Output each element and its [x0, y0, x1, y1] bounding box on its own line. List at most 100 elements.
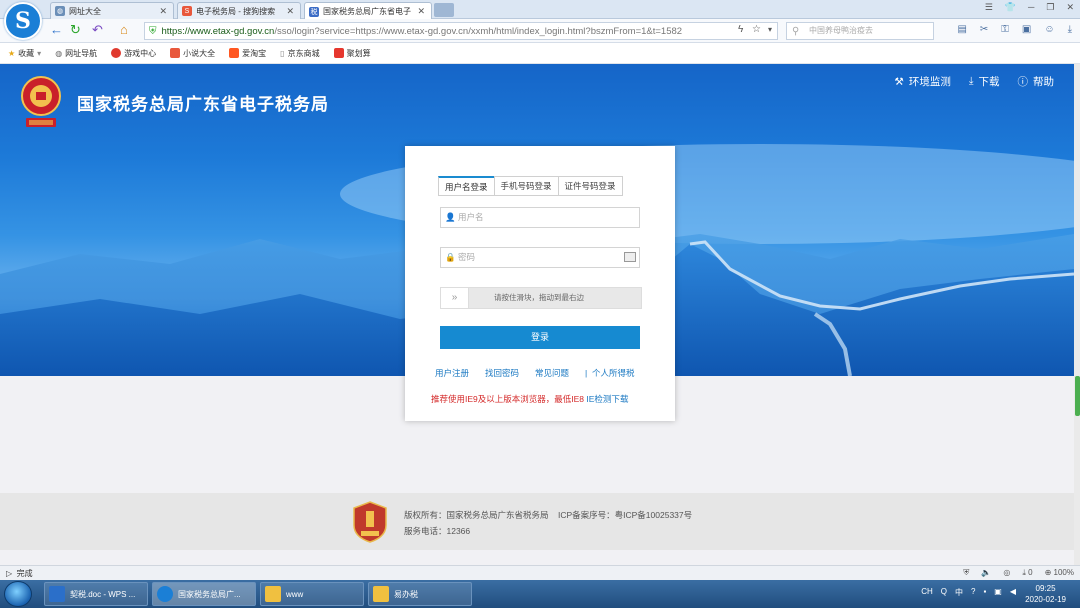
tab-url-directory[interactable]: ◍ 网址大全 ✕ [50, 2, 174, 19]
download-link[interactable]: ⤓ 下载 [969, 74, 1000, 89]
download-icon[interactable]: ⤓ [1068, 24, 1072, 35]
download-counter[interactable]: ⤓ 0 [1022, 568, 1032, 578]
username-field[interactable]: 👤 用户名 [440, 207, 640, 228]
system-clock[interactable]: 09:25 2020-02-19 [1025, 583, 1066, 605]
volume-icon[interactable]: ◀ [1010, 587, 1016, 598]
tab-sogou-search[interactable]: S 电子税务局 - 搜狗搜索 ✕ [177, 2, 301, 19]
scroll-thumb[interactable] [1075, 376, 1080, 416]
close-tab-icon[interactable]: ✕ [286, 6, 294, 17]
page-icon: ▯ [280, 48, 285, 58]
bookmarks-bar: ★ 收藏 ▾ ◍ 网址导航 游戏中心 小说大全 爱淘宝 ▯ 京东商城 聚划算 [0, 43, 1080, 64]
taskbar-browser[interactable]: 国家税务总局广... [152, 582, 256, 606]
bookmark-juhuasuan[interactable]: 聚划算 [333, 48, 371, 59]
government-badge-icon [353, 501, 387, 543]
dropdown-icon[interactable]: ▾ [768, 23, 772, 37]
camera-icon[interactable]: ◎ [1003, 568, 1010, 578]
tab-username-login[interactable]: 用户名登录 [438, 176, 495, 196]
tab-phone-login[interactable]: 手机号码登录 [493, 176, 559, 196]
bookmark-favorites[interactable]: ★ 收藏 ▾ [8, 48, 41, 59]
minimize-icon[interactable]: ─ [1028, 2, 1034, 13]
undo-icon[interactable]: ↶ [92, 23, 103, 37]
windows-taskbar: 契税.doc - WPS ... 国家税务总局广... www 易办税 CH Q… [0, 580, 1080, 608]
ie-check-download-link[interactable]: IE检测下载 [586, 394, 628, 404]
shield-secure-icon: ⛨ [149, 25, 157, 37]
bookmark-taobao[interactable]: 爱淘宝 [229, 48, 266, 59]
language-indicator[interactable]: CH [921, 587, 933, 598]
book-icon [170, 48, 181, 58]
toolbar-icons: ▤ ✂ ⚿ ▣ ☺ ⤓ [957, 24, 1072, 35]
sogou-browser-logo-icon[interactable]: S [4, 2, 42, 40]
smiley-icon[interactable]: ☺ [1044, 24, 1054, 35]
ime-indicator[interactable]: 中 [955, 587, 963, 598]
game-icon [111, 48, 122, 58]
browser-status-bar: ▷ 完成 ⛨ 🔈 ◎ ⤓ 0 ⊕ 100% [0, 565, 1080, 580]
key-icon[interactable]: ⚿ [1001, 24, 1009, 35]
speaker-icon[interactable]: 🔈 [981, 568, 991, 578]
top-navigation: ⚒ 环境监测 ⤓ 下载 ⓘ 帮助 [894, 74, 1054, 89]
close-tab-icon[interactable]: ✕ [417, 6, 425, 17]
search-input[interactable]: ⚲ 中国养母鸭治疫去 [786, 22, 934, 40]
user-icon: 👤 [445, 212, 456, 222]
forgot-password-link[interactable]: 找回密码 [485, 367, 519, 379]
tray-app-icon[interactable]: ▪ [983, 587, 986, 598]
search-icon: ⚲ [792, 26, 800, 37]
bookmark-url-nav[interactable]: ◍ 网址导航 [55, 48, 97, 59]
menu-icon[interactable]: ☰ [985, 2, 993, 13]
sidebar-icon[interactable]: ▤ [957, 24, 966, 35]
system-tray: CH Q 中 ? ▪ ▣ ◀ [921, 587, 1016, 598]
restore-icon[interactable]: ❐ [1046, 2, 1054, 13]
close-window-icon[interactable]: ✕ [1066, 2, 1074, 13]
star-bookmark-icon[interactable]: ☆ [752, 23, 761, 37]
qq-icon[interactable]: Q [941, 587, 947, 598]
refresh-icon[interactable]: ↻ [70, 23, 81, 37]
globe-icon: ◍ [55, 6, 65, 16]
close-tab-icon[interactable]: ✕ [159, 6, 167, 17]
taobao-icon [229, 48, 240, 58]
env-check-link[interactable]: ⚒ 环境监测 [894, 74, 950, 89]
globe-icon: ◍ [55, 48, 63, 58]
taskbar-folder-www[interactable]: www [260, 582, 364, 606]
chevron-down-icon: ▾ [37, 48, 42, 58]
lightning-icon[interactable]: ϟ [738, 23, 743, 37]
star-icon: ★ [8, 48, 16, 58]
folder-icon [265, 586, 281, 602]
page-footer: 版权所有：国家税务总局广东省税务局 ICP备案序号：粤ICP备10025337号… [0, 493, 1074, 550]
zoom-level[interactable]: ⊕ 100% [1045, 568, 1074, 578]
url-input[interactable]: ⛨ https://www.etax-gd.gov.cn/sso/login?s… [144, 22, 778, 40]
tab-id-login[interactable]: 证件号码登录 [557, 176, 623, 196]
bookmark-jd[interactable]: ▯ 京东商城 [280, 48, 319, 59]
bookmark-game-center[interactable]: 游戏中心 [111, 48, 156, 59]
login-button[interactable]: 登录 [440, 326, 640, 349]
download-icon: ⤓ [968, 75, 974, 87]
home-icon[interactable]: ⌂ [120, 23, 128, 37]
lock-icon: 🔒 [445, 252, 456, 262]
tab-etax-login[interactable]: 税 国家税务总局广东省电子 ✕ [304, 2, 432, 20]
status-text: ▷ 完成 [6, 569, 33, 578]
faq-link[interactable]: 常见问题 [535, 367, 569, 379]
skin-icon[interactable]: 👕 [1005, 2, 1016, 13]
network-icon[interactable]: ▣ [994, 587, 1002, 598]
page-scrollbar[interactable] [1074, 64, 1080, 565]
register-link[interactable]: 用户注册 [435, 367, 469, 379]
shield-icon[interactable]: ⛨ [963, 568, 969, 578]
tools-icon: ⚒ [894, 75, 904, 88]
new-tab-button[interactable] [434, 3, 454, 17]
help-link[interactable]: ⓘ 帮助 [1018, 74, 1055, 89]
status-icons: ⛨ 🔈 ◎ ⤓ 0 ⊕ 100% [963, 568, 1074, 578]
tax-bureau-icon: 税 [309, 6, 319, 17]
help-icon[interactable]: ? [971, 587, 975, 598]
sogou-icon: S [182, 6, 192, 16]
browser-tab-bar: S ◍ 网址大全 ✕ S 电子税务局 - 搜狗搜索 ✕ 税 国家税务总局广东省电… [0, 0, 1080, 40]
footer-text: 版权所有：国家税务总局广东省税务局 ICP备案序号：粤ICP备10025337号… [404, 510, 693, 536]
start-button[interactable] [4, 581, 32, 607]
taskbar-wps[interactable]: 契税.doc - WPS ... [44, 582, 148, 606]
taskbar-folder-yibanshui[interactable]: 易办税 [368, 582, 472, 606]
back-arrow-icon[interactable]: ← [50, 23, 63, 37]
slider-handle[interactable]: » [441, 288, 469, 308]
password-field[interactable]: 🔒 密码 [440, 247, 640, 268]
personal-tax-link[interactable]: | 个人所得税 [585, 367, 634, 379]
keyboard-icon[interactable] [624, 252, 636, 262]
scissors-icon[interactable]: ✂ [980, 24, 988, 35]
app-icon[interactable]: ▣ [1022, 24, 1031, 35]
bookmark-novels[interactable]: 小说大全 [170, 48, 215, 59]
